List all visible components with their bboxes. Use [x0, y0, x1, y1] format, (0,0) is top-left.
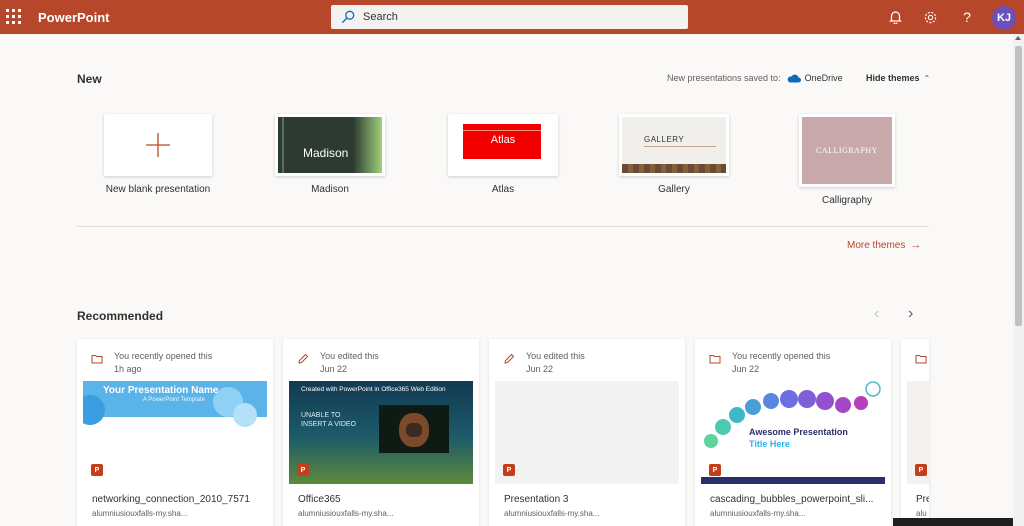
taskbar-edge: [893, 518, 1013, 526]
card-time-text: Jun 22: [320, 364, 348, 374]
powerpoint-file-icon: P: [297, 464, 309, 476]
powerpoint-file-icon: P: [91, 464, 103, 476]
recommended-card[interactable]: You recently opened this Jun 22 Awesome …: [695, 339, 891, 526]
arrow-right-icon: →: [910, 239, 922, 251]
recommended-card[interactable]: You edited this Jun 22 Created with Powe…: [283, 339, 479, 526]
pencil-icon: [298, 353, 309, 364]
atlas-preview-text: Atlas: [490, 134, 516, 146]
page-scrollbar[interactable]: [1013, 34, 1024, 526]
hide-themes-button[interactable]: Hide themes ⌃: [866, 73, 930, 83]
card-preview: Your Presentation Name A PowerPoint Temp…: [83, 381, 267, 484]
powerpoint-file-icon: P: [915, 464, 927, 476]
recommended-card[interactable]: P Pre alu: [901, 339, 929, 526]
new-section-title: New: [77, 72, 102, 86]
card-preview-subtitle: UNABLE TO INSERT A VIDEO: [301, 412, 356, 428]
saved-to-service[interactable]: OneDrive: [805, 73, 843, 83]
chevron-right-icon[interactable]: ›: [908, 305, 913, 323]
card-preview: [495, 381, 679, 484]
onedrive-icon: [787, 74, 801, 82]
template-atlas-thumb[interactable]: Atlas: [448, 114, 558, 176]
search-input[interactable]: Search: [363, 11, 398, 23]
card-file-name[interactable]: Presentation 3: [504, 494, 569, 505]
template-label: New blank presentation: [105, 184, 211, 195]
folder-icon: [709, 355, 721, 364]
recommended-card[interactable]: You edited this Jun 22 P Presentation 3 …: [489, 339, 685, 526]
template-label: Calligraphy: [821, 195, 873, 206]
folder-icon: [915, 355, 927, 364]
card-preview-title: Created with PowerPoint in Office365 Web…: [301, 386, 446, 393]
scrollbar-thumb[interactable]: [1015, 46, 1022, 326]
template-blank[interactable]: New blank presentation: [100, 114, 216, 195]
card-time-text: 1h ago: [114, 364, 142, 374]
more-themes-label: More themes: [847, 239, 906, 251]
card-activity: You recently opened this Jun 22: [732, 350, 830, 376]
gear-icon[interactable]: [922, 9, 938, 25]
card-file-name[interactable]: networking_connection_2010_7571: [92, 494, 250, 505]
saved-to-label: New presentations saved to:: [667, 73, 781, 83]
search-icon: [341, 10, 355, 24]
pencil-icon: [504, 353, 515, 364]
recommended-card[interactable]: You recently opened this 1h ago Your Pre…: [77, 339, 273, 526]
card-preview: Awesome Presentation Title Here: [701, 381, 885, 484]
card-action-text: You recently opened this: [732, 351, 831, 361]
card-action-text: You edited this: [526, 351, 585, 361]
card-activity: You edited this Jun 22: [320, 350, 379, 376]
calligraphy-preview-text: CALLIGRAPHY: [816, 146, 878, 155]
template-atlas[interactable]: Atlas Atlas: [448, 114, 558, 195]
bell-icon[interactable]: [887, 9, 903, 25]
help-icon[interactable]: ?: [959, 9, 975, 25]
avatar[interactable]: KJ: [992, 6, 1016, 30]
saved-to-indicator: New presentations saved to: OneDrive: [667, 73, 843, 83]
template-label: Madison: [311, 184, 349, 195]
orangutan-image: [379, 405, 449, 453]
template-madison-thumb[interactable]: Madison: [275, 114, 385, 176]
card-file-location: alumniusiouxfalls-my.sha...: [92, 509, 188, 518]
template-madison[interactable]: Madison Madison: [275, 114, 385, 195]
template-gallery-thumb[interactable]: GALLERY: [619, 114, 729, 176]
app-launcher-icon[interactable]: [6, 9, 22, 25]
card-preview-subtitle: Title Here: [749, 439, 790, 449]
folder-icon: [91, 355, 103, 364]
template-blank-thumb[interactable]: [104, 114, 212, 176]
card-time-text: Jun 22: [732, 364, 760, 374]
card-file-name[interactable]: Office365: [298, 494, 341, 505]
card-preview-title: Awesome Presentation: [749, 427, 848, 437]
card-activity: You recently opened this 1h ago: [114, 350, 212, 376]
card-preview-subtitle: A PowerPoint Template: [143, 397, 205, 403]
template-gallery[interactable]: GALLERY Gallery: [619, 114, 729, 195]
scroll-up-arrow-icon[interactable]: [1015, 36, 1021, 40]
card-file-name[interactable]: Pre: [916, 494, 929, 505]
gallery-preview-text: GALLERY: [644, 135, 685, 144]
madison-preview-text: Madison: [303, 146, 349, 160]
card-file-location: alu: [916, 509, 927, 518]
card-time-text: Jun 22: [526, 364, 554, 374]
card-preview-title: Your Presentation Name: [103, 385, 219, 396]
card-preview: Created with PowerPoint in Office365 Web…: [289, 381, 473, 484]
chevron-left-icon[interactable]: ‹: [874, 305, 879, 323]
search-box[interactable]: Search: [331, 5, 688, 29]
card-activity: You edited this Jun 22: [526, 350, 585, 376]
card-file-location: alumniusiouxfalls-my.sha...: [298, 509, 394, 518]
card-file-name[interactable]: cascading_bubbles_powerpoint_sli...: [710, 494, 873, 505]
powerpoint-file-icon: P: [503, 464, 515, 476]
recommended-section-title: Recommended: [77, 309, 164, 323]
card-file-location: alumniusiouxfalls-my.sha...: [710, 509, 806, 518]
template-calligraphy[interactable]: CALLIGRAPHY Calligraphy: [799, 114, 895, 206]
template-label: Atlas: [491, 184, 515, 195]
chevron-up-icon: ⌃: [923, 73, 931, 83]
more-themes-link[interactable]: More themes →: [847, 239, 921, 251]
section-divider: [77, 226, 929, 227]
template-calligraphy-thumb[interactable]: CALLIGRAPHY: [799, 114, 895, 187]
app-header: PowerPoint Search ? KJ: [0, 0, 1024, 34]
hide-themes-label: Hide themes: [866, 73, 920, 83]
plus-icon: [146, 133, 170, 157]
app-title[interactable]: PowerPoint: [38, 10, 110, 25]
powerpoint-file-icon: P: [709, 464, 721, 476]
card-action-text: You edited this: [320, 351, 379, 361]
template-label: Gallery: [658, 184, 690, 195]
card-file-location: alumniusiouxfalls-my.sha...: [504, 509, 600, 518]
card-action-text: You recently opened this: [114, 351, 213, 361]
